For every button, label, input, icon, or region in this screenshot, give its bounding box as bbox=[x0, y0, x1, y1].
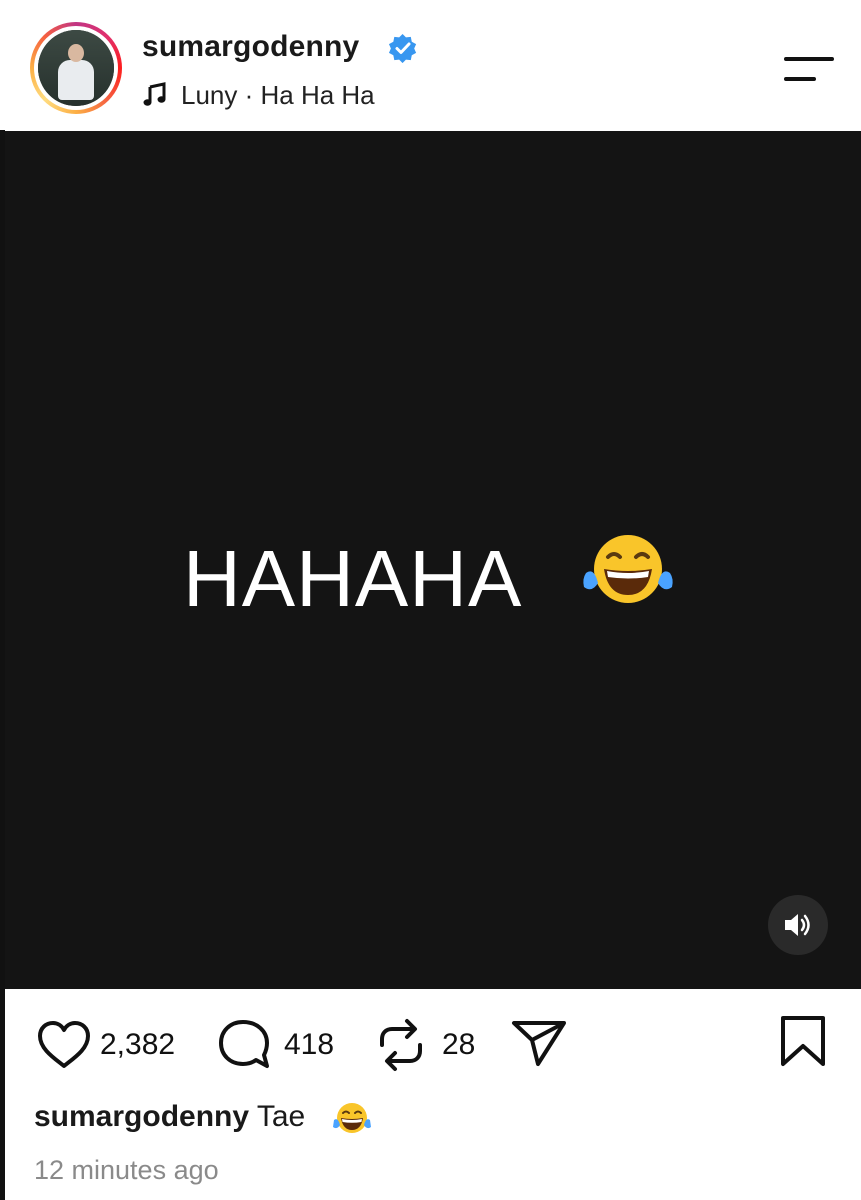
avatar-photo bbox=[38, 30, 114, 106]
caption-username[interactable]: sumargodenny bbox=[34, 1100, 249, 1133]
speaker-icon bbox=[785, 914, 810, 936]
sound-toggle-button[interactable] bbox=[768, 895, 828, 955]
laughing-emoji-icon bbox=[583, 535, 673, 603]
like-count[interactable]: 2,382 bbox=[100, 1028, 175, 1062]
menu-icon[interactable] bbox=[784, 55, 834, 85]
comment-count[interactable]: 418 bbox=[284, 1028, 334, 1062]
video-caption-text: HAHAHA bbox=[183, 534, 523, 623]
username[interactable]: sumargodenny bbox=[142, 30, 359, 64]
heart-icon[interactable] bbox=[36, 1020, 92, 1070]
post-header: sumargodenny Luny · Ha Ha Ha bbox=[0, 0, 861, 130]
music-note-icon bbox=[143, 82, 166, 106]
post-caption: sumargodenny Tae bbox=[34, 1100, 305, 1134]
music-track[interactable]: Luny · Ha Ha Ha bbox=[181, 80, 375, 111]
repost-count[interactable]: 28 bbox=[442, 1028, 475, 1062]
verified-badge-icon bbox=[388, 33, 417, 63]
avatar[interactable] bbox=[30, 22, 122, 114]
comment-icon[interactable] bbox=[216, 1017, 274, 1071]
share-icon[interactable] bbox=[510, 1018, 568, 1068]
repost-icon[interactable] bbox=[376, 1017, 426, 1073]
post-timestamp: 12 minutes ago bbox=[34, 1155, 219, 1185]
laughing-emoji-icon bbox=[333, 1103, 371, 1133]
caption-text: Tae bbox=[256, 1100, 306, 1133]
bookmark-icon[interactable] bbox=[778, 1014, 828, 1070]
